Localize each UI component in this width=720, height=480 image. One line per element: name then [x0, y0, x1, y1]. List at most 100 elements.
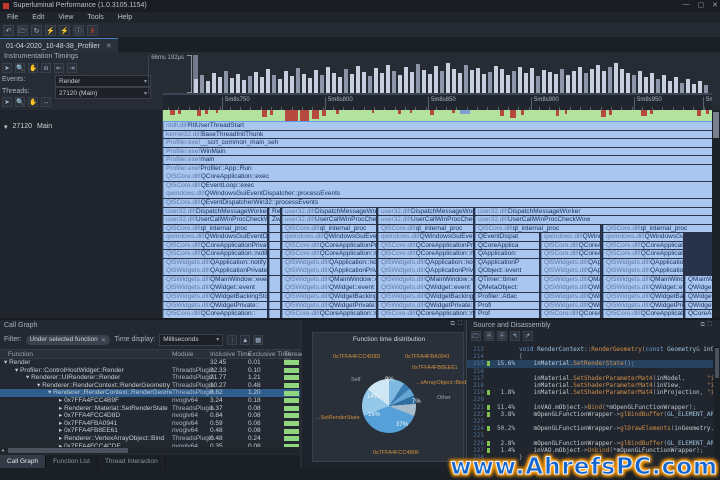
flame-bar[interactable]: Qt5Widgets.dll!QApplication::notify [541, 258, 600, 267]
pan-hand-icon[interactable]: ✋ [28, 97, 38, 107]
flame-bar[interactable]: Qt5Widgets.dll!QWidgetPrivate::send [541, 301, 600, 310]
flame-bar[interactable]: Qt5Core.dll!QCoreApplicationPrivate::sen… [378, 241, 473, 250]
flame-bar[interactable]: qwindows.dll!QWindowsGuiEventDispatcher [282, 233, 376, 241]
table-row[interactable]: ▸ Renderer::VertexArrayObject::Bind Threa… [0, 435, 300, 443]
select-cursor-icon[interactable]: ➤ [2, 97, 12, 107]
flag-view-icon[interactable]: ⇥ [67, 63, 77, 73]
flame-bar[interactable]: Qt5Core.dll!QCoreApplicationPrivate::s [541, 241, 600, 250]
flame-bar[interactable]: Qt5Widgets.dll!QMainWindow::event [282, 275, 376, 284]
range-view-icon[interactable]: ⇤ [54, 63, 64, 73]
flame-bar[interactable]: QMetaObject: [475, 284, 539, 293]
hot-path-icon[interactable]: ▲ [240, 334, 251, 345]
navigate-forward-icon[interactable]: ↱ [523, 331, 533, 341]
expand-tree-icon[interactable]: ⫶ [227, 334, 238, 345]
flame-bar[interactable] [269, 250, 280, 258]
flame-bar[interactable]: QObject::event [475, 267, 539, 276]
menu-help[interactable]: Help [111, 14, 139, 21]
thread-header[interactable]: ▾ 27120 Main [4, 123, 52, 131]
flame-bar[interactable]: Qt5Widgets.dll!QApplication::notify [282, 258, 376, 267]
flame-bar[interactable] [269, 310, 280, 318]
flame-bar[interactable]: Qt5Core.dll!QCoreApplication::notifyInte… [282, 250, 376, 258]
time-display-dropdown[interactable]: Milliseconds ▾ [159, 333, 224, 346]
attach-icon[interactable]: ⚡ [59, 24, 70, 36]
table-row[interactable]: ▾ Renderer::RenderContext::RenderGeometr… [0, 389, 300, 397]
undo-icon[interactable]: ↶ [3, 24, 14, 36]
float-pane-icon[interactable]: ⧉ [701, 322, 705, 329]
flame-bar[interactable]: Qt5Widgets.dll!QApplicationPrivate::noti… [378, 267, 473, 276]
flame-bar[interactable]: Qt5Widgets.dll!QWidgetBackingStore::doS [282, 293, 376, 301]
flame-bar[interactable]: Qt5Widgets.dll!QWidget::event [378, 284, 473, 293]
flame-bar[interactable] [269, 233, 280, 241]
flame-bar[interactable]: Qt5Widgets.dll!QApplicationPrivate::no [541, 267, 600, 276]
flame-bar[interactable]: Qt5Core.dll!QEventLoop::exec [163, 181, 712, 190]
column-header-function[interactable]: Function [8, 351, 33, 358]
flame-bar[interactable]: Qt5Core.dll!QCoreApplicationPrivate::sen… [163, 241, 267, 250]
close-button[interactable]: ✕ [712, 1, 718, 9]
disassembly-view-icon[interactable]: 🗏 [497, 331, 507, 341]
flame-bar[interactable]: Qt5Core.dll!QCoreApplication:: [163, 310, 267, 318]
flame-bar[interactable]: user32.dll!UserCallWinProcCheckWow [475, 216, 712, 224]
tab-function-list[interactable]: Function List [46, 455, 98, 468]
flame-bar[interactable]: Qt5Widgets.dll!QWidget::event [603, 284, 683, 293]
flame-bar[interactable]: Qt5Core.dll!qt_internal_proc [603, 224, 712, 233]
columns-icon[interactable]: ▦ [253, 334, 264, 345]
collapse-caret-icon[interactable]: ▾ [4, 123, 8, 131]
flame-graph[interactable]: ntdll.dll!RtlUserThreadStart kernel32.dll… [163, 122, 712, 318]
profile-session-icon[interactable]: 🯅 [87, 24, 98, 36]
flame-bar[interactable]: Qt5Core.dll!QCoreApplication::exec [163, 173, 712, 182]
flame-bar[interactable]: Qt5Widgets.dll!QApplicationPrivate::noti… [163, 267, 267, 276]
flame-bar[interactable]: Qt5Widgets.dll!QWidgetBackingStore::doSy… [378, 293, 473, 301]
float-pane-icon[interactable]: ⧉ [451, 321, 455, 328]
flame-bar[interactable]: Qt5Widgets.dll!QWidgetPrivate::s [603, 301, 683, 310]
flame-bar[interactable]: Qt5Widgets.dll!QApplication::notify [603, 258, 683, 267]
flame-bar[interactable]: Qt5Widgets.dll!QWidgetBackingStore: [541, 293, 600, 301]
flame-bar[interactable] [269, 241, 280, 250]
flame-bar[interactable]: Qt5Widgets.dll!QWidgetPrivate:: [163, 301, 267, 310]
flame-bar[interactable]: Profiler::Attac [475, 293, 539, 301]
cpu-activity-strip[interactable] [163, 110, 712, 121]
flame-bar[interactable]: Qt5Core.dll!QCoreApplication::notifyInte… [163, 250, 267, 258]
flame-bar[interactable]: QWidgetB [685, 293, 712, 301]
flame-bar[interactable]: kernel32.dll!BaseThreadInitThunk [163, 130, 712, 139]
flame-bar[interactable]: Prof [475, 310, 539, 318]
events-dropdown[interactable]: Render ▾ [55, 75, 151, 87]
flame-bar[interactable] [269, 258, 280, 267]
flame-bar[interactable]: Qt5Core.dll!qt_internal_proc [163, 224, 267, 233]
flame-bar[interactable]: Qt5Core.dll!QCoreApplication::notifyInte… [603, 250, 683, 258]
flame-bar[interactable] [269, 275, 280, 284]
flame-bar[interactable]: Qt5Core.dll!QCoreApplicationPrivate::sen… [603, 241, 683, 250]
flame-bar[interactable]: Qt5Widgets.dll!QApplicationPrivate::noti… [603, 267, 683, 276]
flame-bar[interactable]: QWidgetP [685, 301, 712, 310]
table-row[interactable]: ▸ 0x7FFA4FCC4D8D nvoglv64 0.84 0.08 [0, 412, 300, 420]
zoom-icon[interactable]: 🔍 [15, 63, 25, 73]
flame-bar[interactable]: QApplication: [475, 250, 539, 258]
flame-bar[interactable]: Profiler.exe!__scrt_common_main_seh [163, 139, 712, 147]
navigate-back-icon[interactable]: ↰ [510, 331, 520, 341]
flame-bar[interactable]: user32.dll!DispatchMessageWorker [163, 207, 267, 216]
flame-bar[interactable]: RealMs [269, 207, 280, 216]
flame-bar[interactable]: Qt5Core.dll!qt_internal_proc [378, 224, 473, 233]
document-tab[interactable]: 01-04-2020_10-48-38_Profiler ✕ [0, 38, 118, 53]
flame-bar[interactable]: qwindows.dll!QWindowsGuiEventDispatcher:… [603, 233, 683, 241]
flame-bar[interactable]: Qt5Core.dll!qt_internal_proc [475, 224, 600, 233]
flame-bar[interactable]: Qt5Core.dll!QCoreApplication::notifyInte… [378, 250, 473, 258]
table-row[interactable]: ▸ 0x7FFA4FBA0941 nvoglv64 0.59 0.08 [0, 420, 300, 428]
flame-bar[interactable]: Qt5Core.dll!QCoreApplication::notifyI [541, 310, 600, 318]
flame-bar[interactable]: Qt5Widgets.dll!QMainWindow::eve [603, 275, 683, 284]
flame-bar[interactable]: user32.dll!UserCallWinProcCheckWow [282, 216, 376, 224]
flame-vertical-scrollbar[interactable] [712, 110, 720, 318]
chip-close-icon[interactable]: ✕ [101, 336, 106, 344]
flame-bar[interactable]: Qt5Widgets.dll!QApplication::notify [378, 258, 473, 267]
flame-bar[interactable]: Qt5Widgets.dll!QApplicationPrivate::noti… [282, 267, 376, 276]
column-header-inclusive-time[interactable]: Inclusive Time [210, 351, 251, 358]
menu-file[interactable]: File [0, 14, 25, 21]
flame-bar[interactable]: QCoreApplica [475, 241, 539, 250]
minimize-button[interactable]: — [683, 1, 690, 9]
flame-bar[interactable]: Qt5Widgets.dll!QWidgetBackingSto [163, 293, 267, 301]
flame-bar[interactable]: Qt5Widgets.dll!QWidgetPrivate::sendPaint… [378, 301, 473, 310]
open-folder-icon[interactable]: 🗁 [17, 24, 28, 36]
flame-bar[interactable]: Qt5Core.dll!QCoreApplication::notifyInte… [378, 310, 473, 318]
flame-bar[interactable]: qwindows.dll!QWindowsGuiEventDispa [541, 233, 600, 241]
flame-bar[interactable]: user32.dll!DispatchMessageWorker [378, 207, 473, 216]
flame-bar[interactable]: user32.dll!DispatchMessageWorker [282, 207, 376, 216]
